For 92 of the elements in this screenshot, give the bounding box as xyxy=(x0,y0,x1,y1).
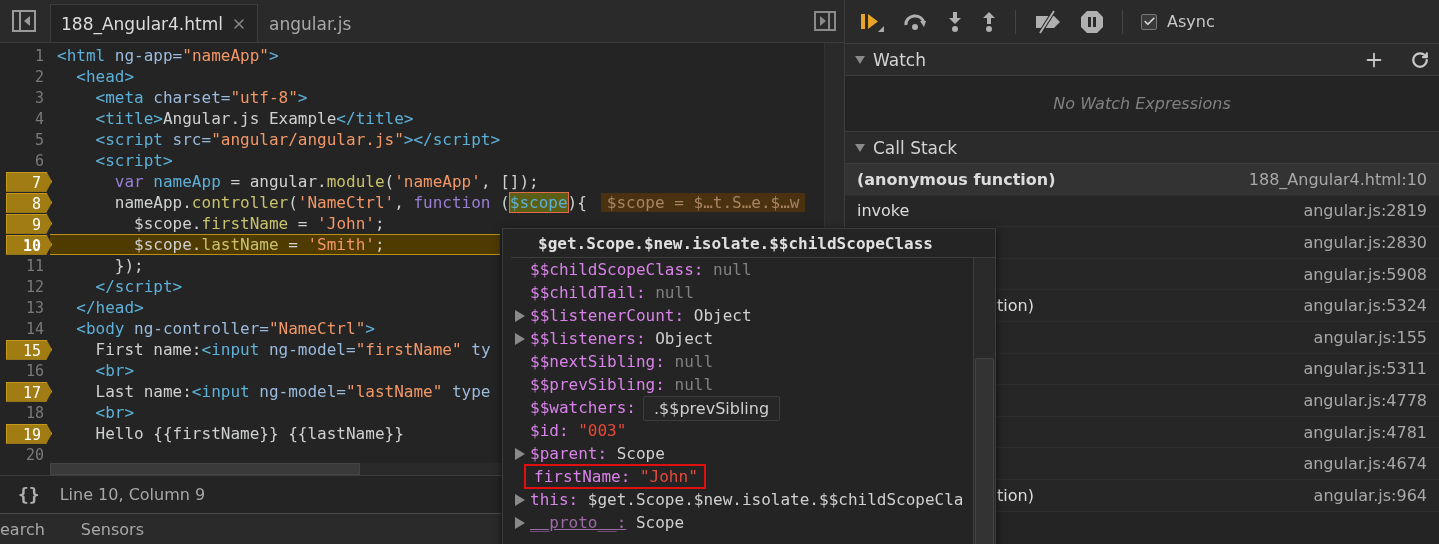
source-location[interactable]: angular.js:155 xyxy=(1313,327,1427,347)
breakpoint-marker[interactable]: 10 xyxy=(6,234,52,255)
code-line: Last name:<input ng-model="lastName" type xyxy=(94,381,491,402)
code-line: <script> xyxy=(94,150,173,171)
step-out-icon[interactable] xyxy=(981,10,997,33)
line-number[interactable]: 18 xyxy=(25,402,50,423)
code-line: $scope.firstName = 'John'; xyxy=(133,213,385,234)
source-location[interactable]: 188_Angular4.html:10 xyxy=(1248,169,1427,189)
breakpoint-marker[interactable]: 8 xyxy=(6,192,52,213)
code-line: <script src="angular/angular.js"></script> xyxy=(94,129,501,150)
function-name: tion) xyxy=(997,485,1034,505)
code-line: }); xyxy=(113,255,144,276)
line-number[interactable]: 4 xyxy=(34,108,50,129)
expand-arrow-icon[interactable] xyxy=(514,309,526,322)
expand-arrow-icon[interactable] xyxy=(514,447,526,460)
async-checkbox[interactable] xyxy=(1141,13,1157,30)
line-number[interactable]: 20 xyxy=(25,444,50,463)
source-location[interactable]: angular.js:5908 xyxy=(1303,264,1427,284)
breakpoint-marker[interactable]: 9 xyxy=(6,213,52,234)
code-line: First name:<input ng-model="firstName" ty xyxy=(94,339,491,360)
pause-icon[interactable] xyxy=(1080,9,1104,34)
source-location[interactable]: angular.js:964 xyxy=(1313,485,1427,505)
source-location[interactable]: angular.js:4674 xyxy=(1303,454,1427,474)
drawer-tab[interactable]: earch xyxy=(0,519,45,539)
code-line: <meta charset="utf-8"> xyxy=(94,87,308,108)
code-line: nameApp.controller('NameCtrl', function ($scope){ $scope = $…t.S…e.$…w xyxy=(50,192,806,213)
disclosure-triangle-icon[interactable] xyxy=(855,142,865,153)
line-number[interactable]: 16 xyxy=(25,360,50,381)
line-number[interactable]: 14 xyxy=(25,318,50,339)
property-entry[interactable]: $$watchers: xyxy=(528,397,642,418)
scrollbar-thumb[interactable] xyxy=(50,463,360,475)
line-number[interactable]: 2 xyxy=(34,66,50,87)
breakpoint-marker[interactable]: 19 xyxy=(6,423,52,444)
code-line: </script> xyxy=(94,276,183,297)
line-number[interactable]: 6 xyxy=(34,150,50,171)
deactivate-breakpoints-icon[interactable] xyxy=(1034,9,1062,34)
property-entry[interactable]: $$childTail: null xyxy=(528,282,700,303)
drawer-tab[interactable]: Sensors xyxy=(80,519,144,539)
breakpoint-marker[interactable]: 15 xyxy=(6,339,52,360)
function-name: (anonymous function) xyxy=(857,169,1056,189)
function-name: tion) xyxy=(997,296,1034,316)
breakpoint-marker[interactable]: 17 xyxy=(6,381,52,402)
source-location[interactable]: angular.js:5324 xyxy=(1303,296,1427,316)
property-entry[interactable]: $parent: Scope xyxy=(528,443,671,464)
line-number[interactable]: 12 xyxy=(25,276,50,297)
scrollbar-thumb[interactable] xyxy=(975,358,994,544)
expand-arrow-icon[interactable] xyxy=(514,332,526,345)
code-line: Hello {{firstName}} {{lastName}} xyxy=(94,423,404,444)
code-line: <br> xyxy=(94,402,135,423)
property-entry[interactable]: $$listenerCount: Object xyxy=(528,305,758,326)
code-line: <head> xyxy=(75,66,135,87)
property-entry[interactable]: $$nextSibling: null xyxy=(528,351,720,372)
code-line: var nameApp = angular.module('nameApp', []); xyxy=(113,171,539,192)
code-line: </head> xyxy=(75,297,144,318)
pretty-print-button[interactable]: {} xyxy=(18,484,40,505)
line-number[interactable]: 11 xyxy=(25,255,50,276)
source-location[interactable]: angular.js:2819 xyxy=(1303,201,1427,221)
property-entry[interactable]: $$prevSibling: null xyxy=(528,374,720,395)
line-number[interactable]: 3 xyxy=(34,87,50,108)
resume-icon[interactable] xyxy=(859,11,885,32)
step-over-icon[interactable] xyxy=(903,11,929,32)
property-entry[interactable]: __proto__: Scope xyxy=(528,512,691,533)
code-line: <body ng-controller="NameCtrl"> xyxy=(75,318,375,339)
debugger-toggle-icon[interactable] xyxy=(814,11,836,31)
step-into-icon[interactable] xyxy=(947,10,963,33)
code-line: <title>Angular.js Example</title> xyxy=(94,108,414,129)
source-location[interactable]: angular.js:2830 xyxy=(1303,233,1427,252)
source-location[interactable]: angular.js:5311 xyxy=(1303,359,1427,379)
property-entry[interactable]: $id: "003" xyxy=(528,420,633,441)
file-tab[interactable]: 188_Angular4.html xyxy=(50,4,258,42)
file-tab[interactable]: angular.js xyxy=(258,4,363,42)
breakpoint-marker[interactable]: 7 xyxy=(6,171,52,192)
property-entry[interactable]: $$listeners: Object xyxy=(528,328,720,349)
expand-arrow-icon[interactable] xyxy=(514,516,526,529)
property-entry[interactable]: firstName: "John" xyxy=(526,466,704,487)
tooltip: .$$prevSibling xyxy=(643,396,781,421)
call-frame-row[interactable]: (anonymous function) 188_Angular4.html:10 xyxy=(845,164,1439,196)
property-entry[interactable]: $$childScopeClass: null xyxy=(528,259,758,280)
function-name: invoke xyxy=(857,201,910,221)
line-number[interactable]: 13 xyxy=(25,297,50,318)
line-number[interactable]: 1 xyxy=(34,45,50,66)
expand-arrow-icon[interactable] xyxy=(514,493,526,506)
checkbox-label: Async xyxy=(1167,12,1215,31)
sidebar-toggle-icon[interactable] xyxy=(12,10,36,32)
source-location[interactable]: angular.js:4781 xyxy=(1303,422,1427,442)
disclosure-triangle-icon[interactable] xyxy=(855,54,865,65)
refresh-icon[interactable] xyxy=(1411,50,1429,69)
source-location[interactable]: angular.js:4778 xyxy=(1303,390,1427,410)
cursor-position: Line 10, Column 9 xyxy=(59,485,206,504)
line-number[interactable]: 5 xyxy=(34,129,50,150)
code-line: <br> xyxy=(94,360,135,381)
code-line: <html ng-app="nameApp"> xyxy=(56,45,279,66)
